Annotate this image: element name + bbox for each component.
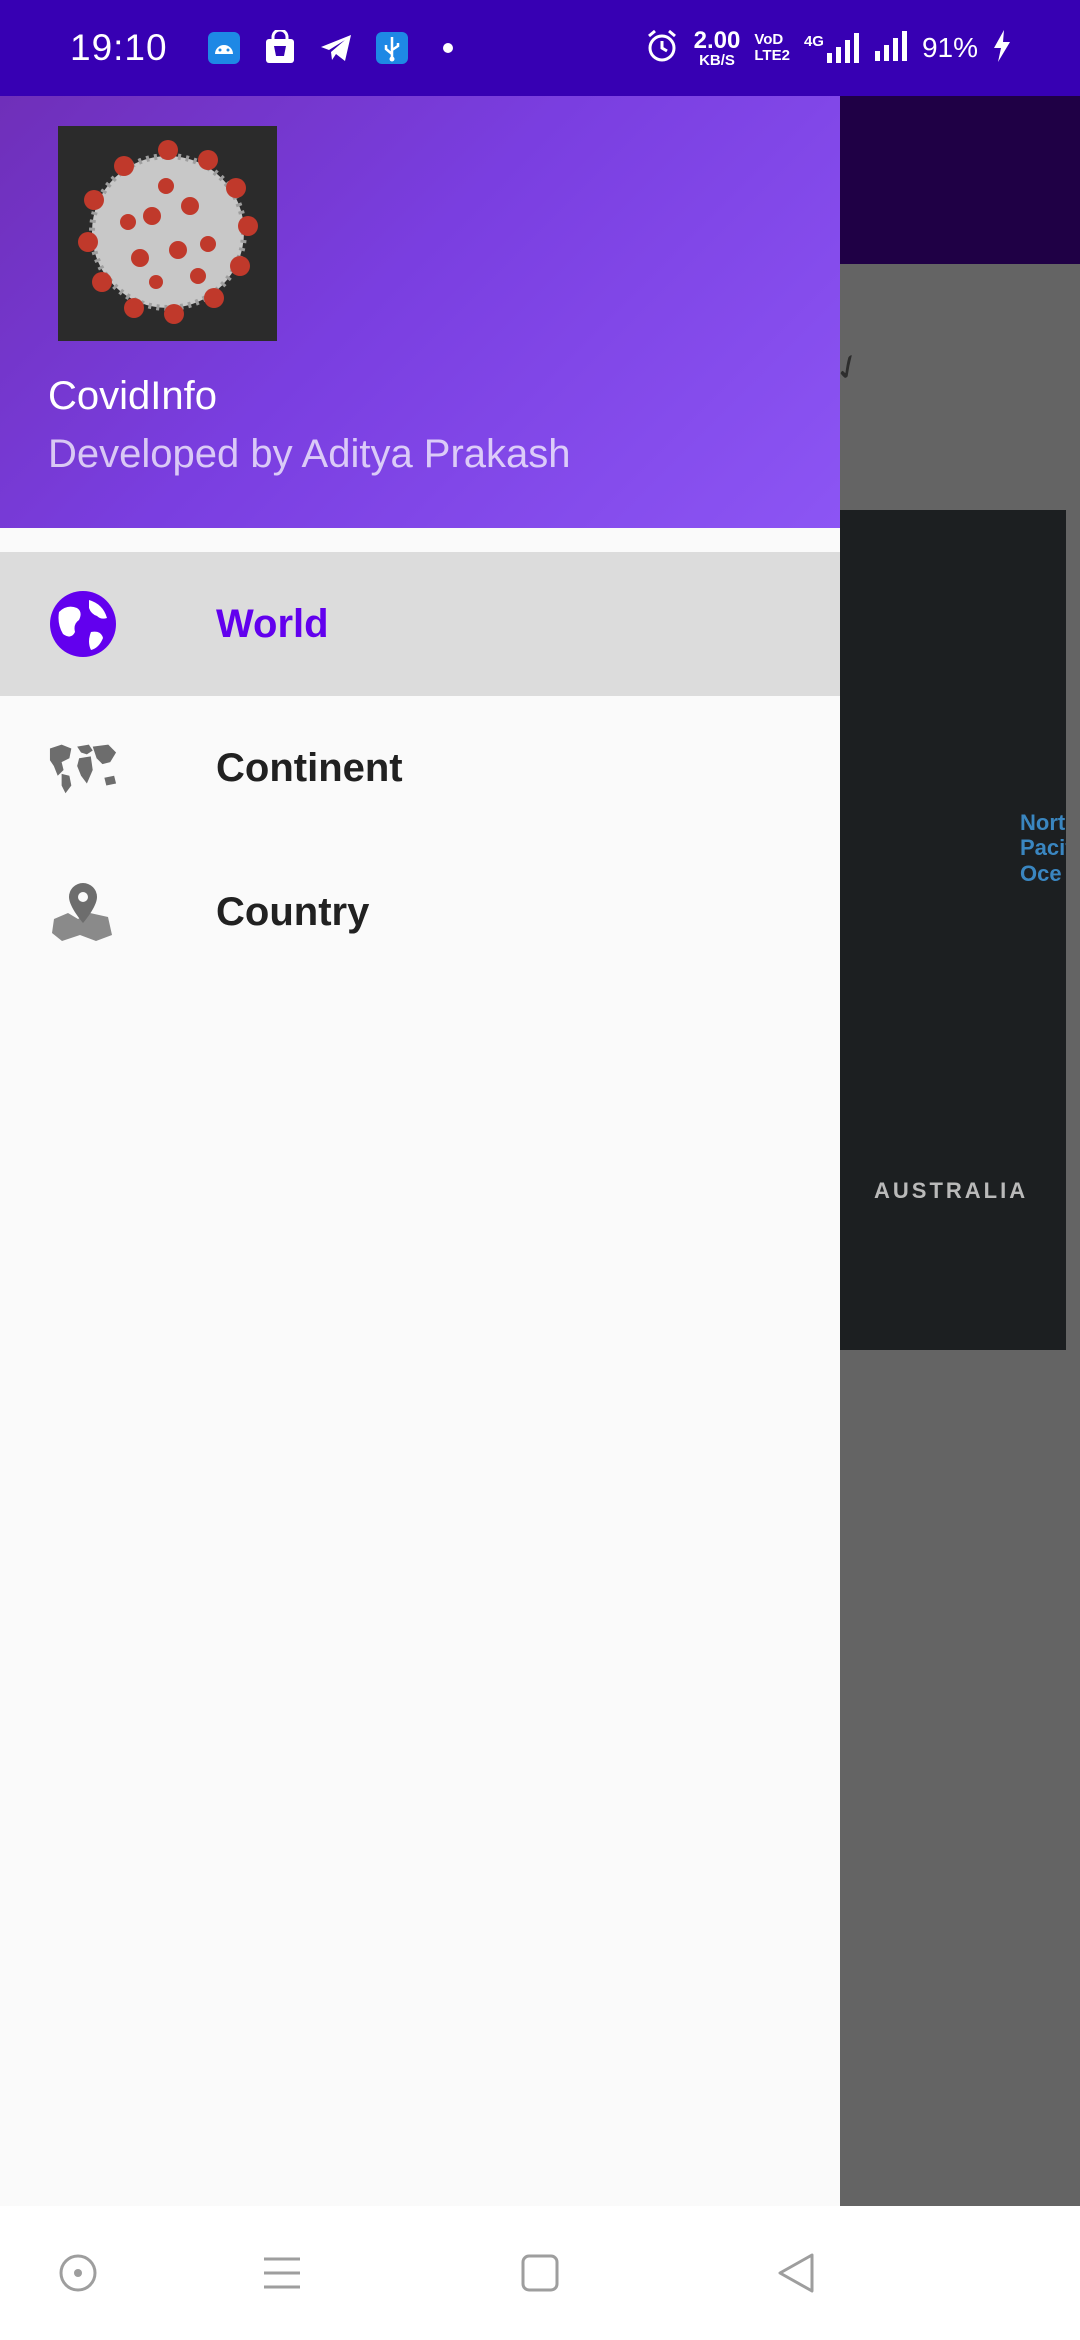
usb-icon bbox=[374, 30, 410, 66]
coronavirus-image bbox=[58, 126, 277, 341]
battery-level: 91% bbox=[921, 32, 978, 63]
assistant-icon[interactable] bbox=[54, 2249, 102, 2297]
alarm-icon bbox=[644, 28, 680, 69]
home-icon[interactable] bbox=[516, 2249, 564, 2297]
volte-indicator: VoD LTE2 bbox=[754, 32, 790, 64]
ocean-label: Nort Pacif Oce bbox=[1020, 810, 1066, 886]
telegram-icon bbox=[318, 30, 354, 66]
menu-item-continent[interactable]: Continent bbox=[0, 696, 840, 840]
dot-icon bbox=[430, 30, 466, 66]
network-type: 4G bbox=[803, 33, 824, 50]
status-right: 2.00 KB/S VoD LTE2 4G 91% bbox=[644, 28, 1012, 69]
network-speed-unit: KB/S bbox=[699, 51, 735, 69]
signal-icon bbox=[874, 30, 908, 66]
app-title: CovidInfo bbox=[48, 374, 217, 418]
menu-item-label: Continent bbox=[216, 745, 403, 790]
menu-item-world[interactable]: World bbox=[0, 552, 840, 696]
notification-icons bbox=[206, 30, 466, 66]
android-icon bbox=[206, 30, 242, 66]
ocean-label-line3: Oce bbox=[1020, 860, 1062, 886]
volte-bottom: LTE2 bbox=[754, 47, 790, 64]
drawer-menu: World Continent Country bbox=[0, 552, 840, 984]
globe-icon bbox=[48, 589, 118, 659]
system-navigation-bar bbox=[0, 2206, 1080, 2340]
world-map-icon bbox=[48, 733, 118, 803]
map-pin-icon bbox=[48, 877, 118, 947]
back-icon[interactable] bbox=[772, 2249, 820, 2297]
charging-icon bbox=[992, 29, 1012, 68]
ocean-label-line1: Nort bbox=[1020, 810, 1066, 835]
volte-top: VoD bbox=[754, 31, 784, 49]
shopping-bag-icon bbox=[262, 30, 298, 66]
australia-label: AUSTRALIA bbox=[874, 1178, 1029, 1203]
menu-item-label: Country bbox=[216, 889, 370, 934]
menu-item-label: World bbox=[216, 601, 329, 646]
network-speed-value: 2.00 bbox=[693, 26, 741, 54]
status-bar: 19:10 2.00 KB/S VoD LTE2 4G 91% bbox=[0, 0, 1080, 96]
status-time: 19:10 bbox=[70, 27, 168, 68]
menu-icon[interactable] bbox=[258, 2249, 306, 2297]
app-subtitle: Developed by Aditya Prakash bbox=[48, 432, 571, 476]
network-speed: 2.00 KB/S bbox=[693, 26, 741, 69]
menu-item-country[interactable]: Country bbox=[0, 840, 840, 984]
navigation-drawer[interactable]: CovidInfo Developed by Aditya Prakash Wo… bbox=[0, 96, 840, 2206]
ocean-label-line2: Pacif bbox=[1020, 835, 1066, 861]
drawer-header: CovidInfo Developed by Aditya Prakash bbox=[0, 96, 840, 528]
signal-4g-icon: 4G bbox=[804, 33, 860, 63]
